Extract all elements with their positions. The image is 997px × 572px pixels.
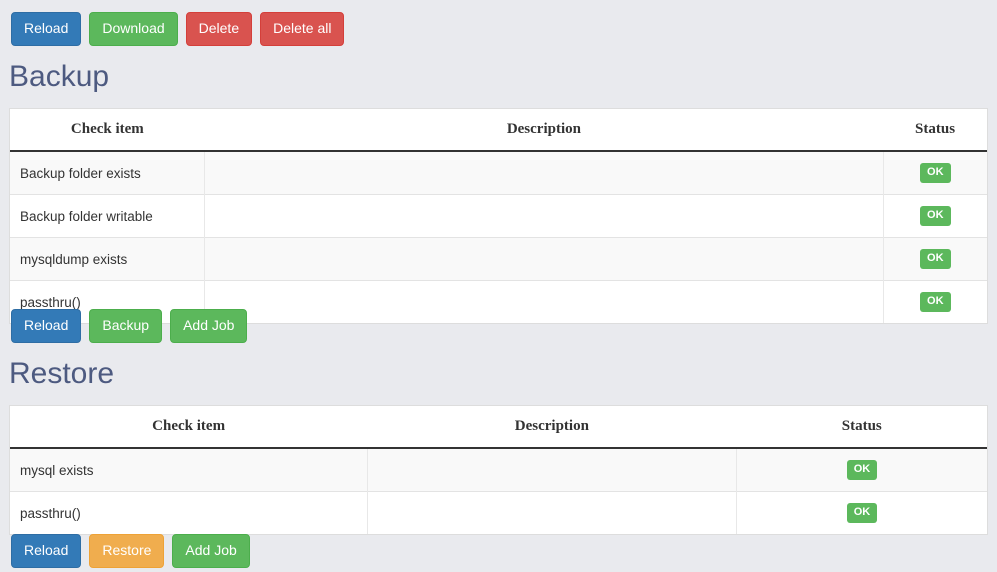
restore-table-body: mysql exists OK passthru() OK [10,448,987,534]
restore-run-button[interactable]: Restore [89,534,164,568]
restore-toolbar: Reload Restore Add Job [11,534,250,568]
backup-header-description: Description [205,109,883,151]
table-row: mysql exists OK [10,448,987,492]
reload-button[interactable]: Reload [11,12,81,46]
status-badge: OK [920,206,951,226]
check-item-cell: Backup folder writable [10,195,205,238]
table-row: Backup folder writable OK [10,195,987,238]
delete-all-button[interactable]: Delete all [260,12,344,46]
restore-check-table-container: Check item Description Status mysql exis… [9,405,988,535]
status-cell: OK [737,448,988,492]
download-button[interactable]: Download [89,12,177,46]
backup-table-body: Backup folder exists OK Backup folder wr… [10,151,987,323]
check-item-cell: mysqldump exists [10,238,205,281]
check-item-cell: passthru() [10,492,367,535]
status-badge: OK [920,292,951,312]
status-badge: OK [920,163,951,183]
description-cell [205,151,883,195]
backup-header-row: Check item Description Status [10,109,987,151]
restore-header-description: Description [367,406,736,448]
backup-reload-button[interactable]: Reload [11,309,81,343]
restore-add-job-button[interactable]: Add Job [172,534,249,568]
status-cell: OK [883,238,987,281]
restore-section-title: Restore [9,359,114,389]
status-cell: OK [883,151,987,195]
status-cell: OK [737,492,988,535]
table-row: mysqldump exists OK [10,238,987,281]
description-cell [367,492,736,535]
restore-header-row: Check item Description Status [10,406,987,448]
status-badge: OK [920,249,951,269]
backup-header-status: Status [883,109,987,151]
backup-restore-page: Reload Download Delete Delete all Backup… [0,0,997,572]
check-item-cell: Backup folder exists [10,151,205,195]
status-cell: OK [883,281,987,324]
backup-check-table: Check item Description Status Backup fol… [10,109,987,323]
delete-button[interactable]: Delete [186,12,252,46]
restore-header-status: Status [737,406,988,448]
top-toolbar: Reload Download Delete Delete all [11,12,344,46]
status-badge: OK [847,503,878,523]
description-cell [367,448,736,492]
restore-check-table: Check item Description Status mysql exis… [10,406,987,534]
backup-table-head: Check item Description Status [10,109,987,151]
backup-toolbar: Reload Backup Add Job [11,309,247,343]
check-item-cell: mysql exists [10,448,367,492]
status-cell: OK [883,195,987,238]
restore-table-head: Check item Description Status [10,406,987,448]
backup-check-table-container: Check item Description Status Backup fol… [9,108,988,324]
description-cell [205,238,883,281]
restore-reload-button[interactable]: Reload [11,534,81,568]
table-row: passthru() OK [10,492,987,535]
description-cell [205,195,883,238]
backup-header-check-item: Check item [10,109,205,151]
table-row: Backup folder exists OK [10,151,987,195]
status-badge: OK [847,460,878,480]
backup-add-job-button[interactable]: Add Job [170,309,247,343]
description-cell [205,281,883,324]
restore-header-check-item: Check item [10,406,367,448]
backup-run-button[interactable]: Backup [89,309,162,343]
backup-section-title: Backup [9,62,109,92]
